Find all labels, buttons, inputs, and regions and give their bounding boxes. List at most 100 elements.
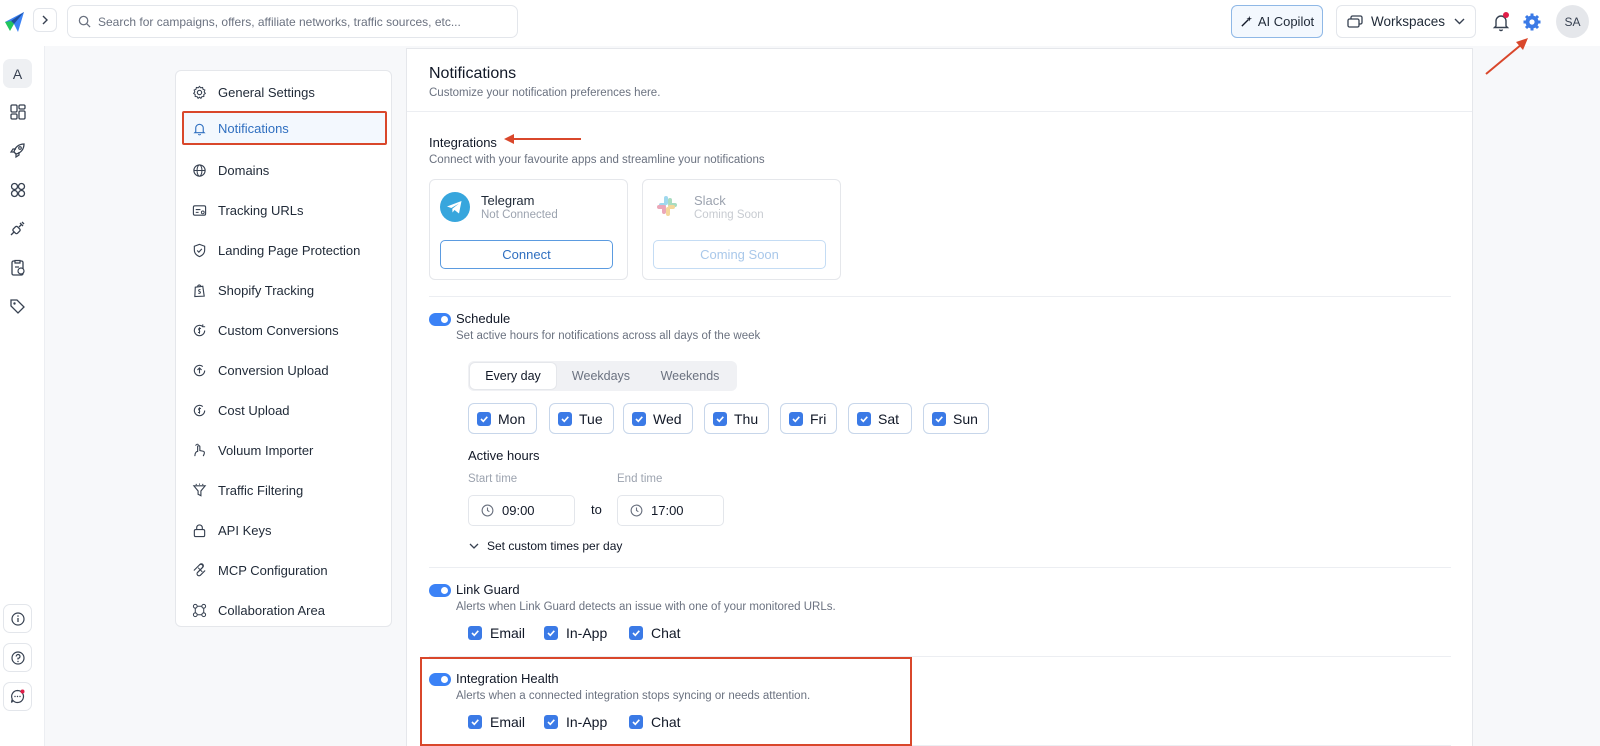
globe-icon [193, 163, 206, 177]
end-time-label: End time [617, 473, 663, 485]
dollar-cycle-icon [193, 323, 206, 336]
annotation-arrow-up-right-icon [1485, 38, 1528, 75]
ai-copilot-button[interactable]: AI Copilot [1231, 5, 1323, 38]
link-guard-subtitle: Alerts when Link Guard detects an issue … [456, 601, 836, 613]
rail-help-icon[interactable] [3, 643, 32, 672]
shield-icon [193, 243, 206, 257]
expand-sidebar-button[interactable] [33, 8, 57, 32]
annotation-arrow-left-icon [504, 134, 581, 144]
telegram-connect-button[interactable]: Connect [440, 240, 613, 269]
nav-conversion-upload[interactable]: Conversion Upload [182, 353, 387, 387]
day-label: Sat [878, 410, 900, 427]
nav-custom-conversions[interactable]: Custom Conversions [182, 313, 387, 347]
nav-label: Landing Page Protection [218, 242, 361, 258]
nav-label: API Keys [218, 522, 272, 538]
day-checkbox-sun[interactable]: Sun [923, 403, 989, 434]
nav-cost-upload[interactable]: Cost Upload [182, 393, 387, 427]
tab-weekends[interactable]: Weekends [646, 363, 734, 389]
nav-general-settings[interactable]: General Settings [182, 75, 387, 109]
nav-label: Notifications [218, 120, 289, 136]
importer-icon [194, 443, 205, 456]
start-time-input[interactable]: 09:00 [468, 495, 575, 526]
day-label: Sun [953, 410, 978, 427]
page-subtitle: Customize your notification preferences … [429, 87, 661, 99]
page-title: Notifications [429, 65, 517, 82]
workspaces-dropdown[interactable]: Workspaces [1336, 5, 1476, 38]
tab-weekdays[interactable]: Weekdays [558, 363, 644, 389]
chevron-down-icon [469, 543, 479, 549]
filter-icon [192, 482, 207, 497]
link-guard-email-checkbox[interactable]: Email [468, 625, 525, 641]
nav-label: Voluum Importer [218, 442, 314, 458]
rail-integrations-plug-icon[interactable] [3, 214, 32, 243]
global-search[interactable] [67, 5, 518, 38]
nav-domains[interactable]: Domains [182, 153, 387, 187]
rail-chat-icon[interactable] [3, 682, 32, 711]
top-bar: AI Copilot Workspaces SA [0, 0, 1600, 46]
user-avatar[interactable]: SA [1556, 5, 1589, 38]
integration-name: Slack [694, 193, 726, 208]
left-rail: A [0, 46, 45, 746]
notification-unread-dot [1503, 12, 1509, 18]
app-logo[interactable] [2, 9, 28, 35]
integration-status: Not Connected [481, 209, 558, 221]
chevron-right-icon [42, 15, 48, 25]
telegram-icon [440, 192, 470, 222]
nav-voluum-importer[interactable]: Voluum Importer [182, 433, 387, 467]
day-checkbox-mon[interactable]: Mon [468, 403, 537, 434]
day-checkbox-fri[interactable]: Fri [780, 403, 837, 434]
start-time-label: Start time [468, 473, 518, 485]
nav-label: Custom Conversions [218, 322, 339, 338]
day-checkbox-wed[interactable]: Wed [623, 403, 693, 434]
checkbox-checked-icon [932, 411, 946, 426]
settings-gear-icon[interactable] [1522, 12, 1542, 32]
rail-info-icon[interactable] [3, 604, 32, 633]
header-divider [407, 111, 1472, 112]
integrations-subtitle: Connect with your favourite apps and str… [429, 154, 765, 166]
sparkle-wand-icon [1241, 15, 1252, 27]
day-checkbox-tue[interactable]: Tue [549, 403, 614, 434]
checkbox-checked-icon [713, 411, 727, 426]
rail-rocket-icon[interactable] [3, 136, 32, 165]
link-guard-toggle[interactable] [429, 584, 451, 597]
integrations-title: Integrations [429, 135, 497, 150]
schedule-toggle[interactable] [429, 313, 451, 326]
end-time-input[interactable]: 17:00 [617, 495, 724, 526]
nav-collaboration-area[interactable]: Collaboration Area [182, 593, 387, 627]
custom-times-toggle[interactable]: Set custom times per day [469, 539, 622, 553]
clock-icon [630, 504, 643, 517]
rail-reports-icon[interactable] [3, 253, 32, 282]
chevron-down-icon [1454, 18, 1465, 25]
nav-api-keys[interactable]: API Keys [182, 513, 387, 547]
rail-apps-icon[interactable] [3, 175, 32, 204]
settings-nav: General Settings Notifications Domains T… [175, 70, 392, 627]
checkbox-checked-icon [629, 626, 643, 640]
gear-icon [192, 85, 207, 99]
rail-workspace-a[interactable]: A [3, 59, 32, 88]
day-checkbox-thu[interactable]: Thu [704, 403, 769, 434]
rail-workspace-letter: A [12, 65, 23, 82]
nav-label: Shopify Tracking [218, 282, 315, 298]
link-guard-chat-checkbox[interactable]: Chat [629, 625, 681, 641]
nav-tracking-urls[interactable]: Tracking URLs [182, 193, 387, 227]
custom-times-label: Set custom times per day [487, 539, 623, 553]
nav-mcp-configuration[interactable]: MCP Configuration [182, 553, 387, 587]
link-guard-inapp-checkbox[interactable]: In-App [544, 625, 607, 641]
start-time-value: 09:00 [502, 503, 535, 518]
search-input[interactable] [98, 14, 498, 29]
tab-every-day[interactable]: Every day [470, 363, 556, 389]
day-checkbox-sat[interactable]: Sat [848, 403, 912, 434]
schedule-title: Schedule [456, 311, 511, 326]
nav-label: Traffic Filtering [218, 482, 304, 498]
nav-landing-page-protection[interactable]: Landing Page Protection [182, 233, 387, 267]
collaboration-icon [192, 603, 207, 617]
nav-notifications[interactable]: Notifications [182, 111, 387, 145]
telegram-card: Telegram Not Connected Connect [429, 179, 628, 280]
rail-tags-icon[interactable] [3, 292, 32, 321]
nav-label: Cost Upload [218, 402, 290, 418]
rail-dashboard-icon[interactable] [3, 97, 32, 126]
nav-traffic-filtering[interactable]: Traffic Filtering [182, 473, 387, 507]
nav-label: Domains [218, 162, 270, 178]
checkbox-checked-icon [857, 411, 871, 426]
nav-shopify-tracking[interactable]: Shopify Tracking [182, 273, 387, 307]
